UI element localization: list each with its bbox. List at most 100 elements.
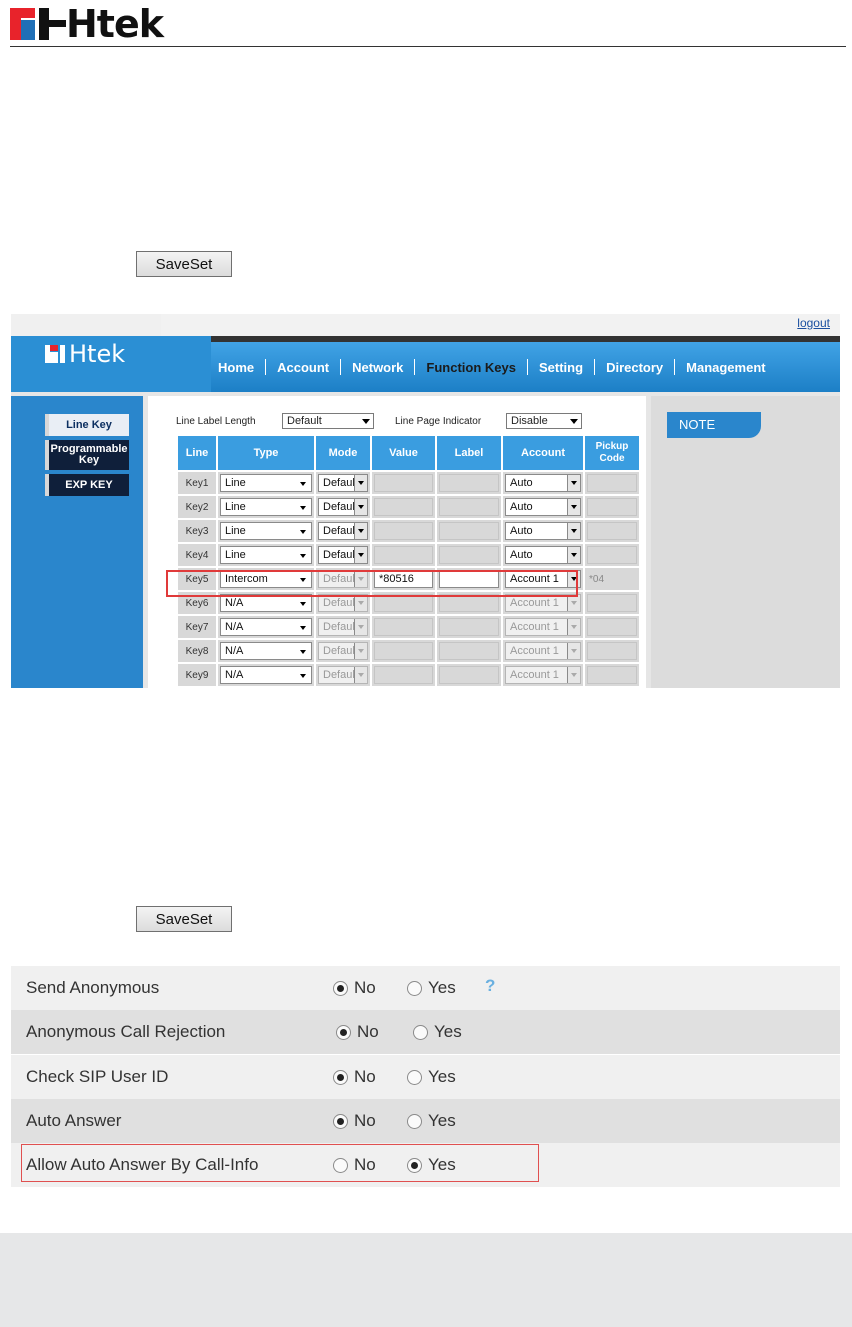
webui-function-keys-screenshot: logout Htek Home Account Network Functio… (11, 314, 840, 688)
key-label: Key9 (178, 664, 216, 686)
radio-no-option[interactable]: No (333, 1111, 376, 1131)
mode-value: Default (323, 669, 358, 681)
account-select[interactable]: Account 1 (505, 666, 581, 684)
label-input (439, 546, 499, 564)
type-select[interactable]: Line (220, 522, 312, 540)
account-select[interactable]: Account 1 (505, 570, 581, 588)
value-input[interactable]: *80516 (374, 570, 433, 588)
radio-yes-option[interactable]: Yes (407, 978, 456, 998)
label-input (439, 474, 499, 492)
account-value: Auto (510, 525, 533, 537)
type-select[interactable]: Line (220, 498, 312, 516)
type-select[interactable]: N/A (220, 594, 312, 612)
radio-yes[interactable] (407, 1069, 422, 1085)
type-select[interactable]: N/A (220, 642, 312, 660)
note-panel: NOTE (651, 396, 840, 688)
col-header-label: Label (437, 436, 501, 470)
radio-yes-option[interactable]: Yes (413, 1022, 462, 1042)
account-select[interactable]: Auto (505, 522, 581, 540)
account-select[interactable]: Account 1 (505, 642, 581, 660)
radio-yes[interactable] (407, 980, 422, 996)
nav-network[interactable]: Network (341, 360, 414, 375)
setting-label: Auto Answer (26, 1111, 122, 1130)
radio-no-option[interactable]: No (333, 1155, 376, 1175)
mode-select[interactable]: Default (318, 666, 368, 684)
type-value: Line (225, 501, 246, 513)
table-row: Key6 N/A Default Account 1 (178, 592, 639, 614)
label-input (439, 642, 499, 660)
radio-yes-option[interactable]: Yes (407, 1067, 456, 1087)
line-page-indicator-value: Disable (511, 415, 548, 427)
help-icon[interactable]: ? (485, 976, 503, 995)
mode-select[interactable]: Default (318, 570, 368, 588)
label-input[interactable] (439, 570, 499, 588)
setting-row: Anonymous Call Rejection No Yes (11, 1010, 840, 1054)
account-select[interactable]: Account 1 (505, 618, 581, 636)
label-input (439, 522, 499, 540)
sidebar-item-programmable-key[interactable]: Programmable Key (45, 440, 129, 470)
mode-value: Default (323, 597, 358, 609)
account-select[interactable]: Auto (505, 546, 581, 564)
radio-yes-label: Yes (428, 978, 456, 997)
radio-no-option[interactable]: No (333, 978, 376, 998)
line-label-length-select[interactable]: Default (282, 413, 374, 429)
mode-value: Default (323, 621, 358, 633)
radio-no[interactable] (333, 1113, 348, 1129)
radio-no-label: No (354, 1155, 376, 1174)
radio-yes-option[interactable]: Yes (407, 1111, 456, 1131)
header-rule (10, 46, 846, 47)
radio-yes[interactable] (407, 1157, 422, 1173)
value-input (374, 642, 433, 660)
radio-no-option[interactable]: No (336, 1022, 379, 1042)
line-label-length-value: Default (287, 415, 322, 427)
nav-setting[interactable]: Setting (528, 360, 594, 375)
mode-select[interactable]: Default (318, 642, 368, 660)
type-select[interactable]: Line (220, 546, 312, 564)
sidebar-item-line-key[interactable]: Line Key (45, 414, 129, 436)
type-value: Line (225, 549, 246, 561)
account-select[interactable]: Auto (505, 474, 581, 492)
radio-yes-option[interactable]: Yes (407, 1155, 456, 1175)
radio-no[interactable] (336, 1024, 351, 1040)
pickup-code-input (587, 474, 637, 492)
mode-select[interactable]: Default (318, 474, 368, 492)
mode-select[interactable]: Default (318, 546, 368, 564)
logout-link[interactable]: logout (797, 316, 830, 330)
table-row: Key8 N/A Default Account 1 (178, 640, 639, 662)
sidebar-item-exp-key[interactable]: EXP KEY (45, 474, 129, 496)
account-select[interactable]: Auto (505, 498, 581, 516)
type-value: Intercom (225, 573, 268, 585)
table-row: Key5 Intercom Default *80516 Account 1 *04 (178, 568, 639, 590)
account-value: Account 1 (510, 597, 559, 609)
line-page-indicator-select[interactable]: Disable (506, 413, 582, 429)
nav-management[interactable]: Management (675, 360, 776, 375)
type-value: N/A (225, 645, 244, 657)
nav-account[interactable]: Account (266, 360, 340, 375)
nav-function-keys[interactable]: Function Keys (415, 360, 527, 375)
mode-select[interactable]: Default (318, 618, 368, 636)
line-key-table: Line Type Mode Value Label Account Picku… (176, 434, 641, 688)
nav-directory[interactable]: Directory (595, 360, 674, 375)
saveset-button[interactable]: SaveSet (136, 251, 232, 277)
mode-value: Default (323, 549, 358, 561)
mode-select[interactable]: Default (318, 594, 368, 612)
saveset-button-2[interactable]: SaveSet (136, 906, 232, 932)
radio-no-option[interactable]: No (333, 1067, 376, 1087)
account-select[interactable]: Account 1 (505, 594, 581, 612)
webui-logo: Htek (45, 340, 125, 368)
radio-no[interactable] (333, 1069, 348, 1085)
mode-select[interactable]: Default (318, 522, 368, 540)
nav-home[interactable]: Home (207, 360, 265, 375)
mode-select[interactable]: Default (318, 498, 368, 516)
type-select[interactable]: N/A (220, 618, 312, 636)
type-select[interactable]: Intercom (220, 570, 312, 588)
logo-wordmark: Htek (66, 2, 164, 46)
radio-yes[interactable] (407, 1113, 422, 1129)
radio-no[interactable] (333, 1157, 348, 1173)
account-value: Auto (510, 477, 533, 489)
radio-no[interactable] (333, 980, 348, 996)
type-select[interactable]: N/A (220, 666, 312, 684)
radio-yes[interactable] (413, 1024, 428, 1040)
type-value: Line (225, 477, 246, 489)
type-select[interactable]: Line (220, 474, 312, 492)
